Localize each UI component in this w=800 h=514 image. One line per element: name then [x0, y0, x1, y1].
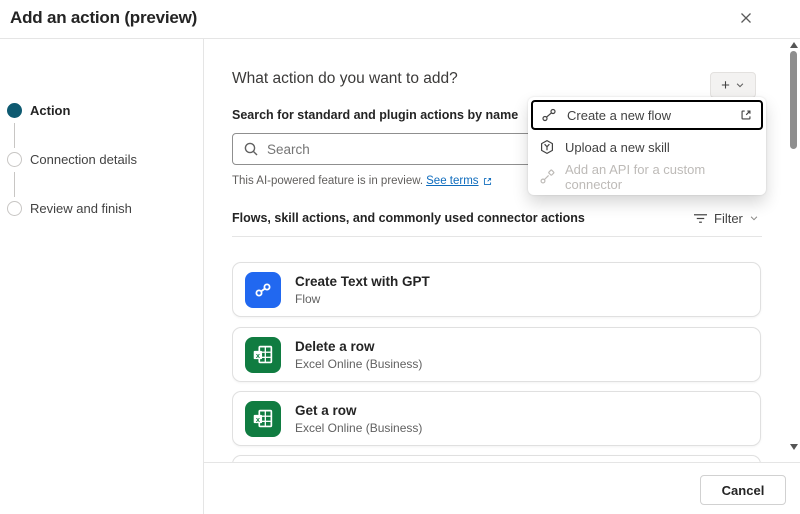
step-label-action: Action	[30, 103, 71, 118]
flow-icon	[245, 271, 281, 308]
step-label-review-and-finish: Review and finish	[30, 201, 132, 216]
scrollbar[interactable]	[789, 40, 799, 452]
close-button[interactable]	[731, 3, 761, 33]
menu-item-create-a-new-flow[interactable]: Create a new flow	[531, 100, 763, 130]
step-dot-connection-details	[7, 152, 22, 167]
custom-connector-icon	[539, 169, 555, 185]
menu-item-label: Upload a new skill	[565, 139, 670, 155]
chevron-down-icon	[749, 213, 759, 223]
chevron-down-icon	[735, 80, 745, 90]
action-card-partial[interactable]	[232, 455, 761, 462]
step-label-connection-details: Connection details	[30, 152, 137, 167]
scroll-up-icon[interactable]	[790, 42, 798, 48]
open-in-new-icon	[739, 108, 753, 122]
step-dot-review-and-finish	[7, 201, 22, 216]
action-card-get-a-row[interactable]: x Get a row Excel Online (Business)	[232, 391, 761, 446]
see-terms-link[interactable]: See terms	[426, 175, 478, 187]
scroll-down-icon[interactable]	[790, 444, 798, 450]
ai-preview-note: This AI-powered feature is in preview. S…	[232, 175, 493, 187]
list-divider	[232, 236, 762, 237]
skill-cube-icon	[539, 139, 555, 155]
page-title: What action do you want to add?	[232, 70, 458, 87]
actions-scroll-area: Create Text with GPT Flow x Delete a row…	[232, 240, 763, 462]
step-dot-action	[7, 103, 22, 118]
action-card-create-text-with-gpt[interactable]: Create Text with GPT Flow	[232, 262, 761, 317]
menu-item-label: Create a new flow	[567, 107, 672, 123]
step-connector	[14, 123, 15, 148]
panel-divider	[203, 39, 204, 514]
cancel-button[interactable]: Cancel	[700, 475, 786, 505]
action-card-subtitle: Flow	[295, 291, 321, 306]
scrollbar-thumb[interactable]	[790, 51, 797, 149]
search-icon	[243, 141, 259, 157]
action-card-title: Get a row	[295, 402, 357, 418]
excel-icon: x	[245, 400, 281, 437]
filter-label: Filter	[714, 210, 743, 226]
add-action-menu: Create a new flow Upload a new skill Add…	[528, 97, 766, 195]
filter-button[interactable]: Filter	[693, 208, 759, 228]
add-action-dialog: Add an action (preview) Action Connectio…	[0, 0, 800, 514]
step-connector	[14, 172, 15, 197]
filter-icon	[693, 212, 708, 225]
action-card-title: Delete a row	[295, 338, 375, 354]
close-icon	[737, 9, 755, 27]
dialog-title: Add an action (preview)	[10, 8, 198, 27]
ai-preview-note-text: This AI-powered feature is in preview.	[232, 175, 424, 187]
flow-connector-icon	[541, 107, 557, 123]
add-action-split-button[interactable]: +	[710, 72, 756, 98]
menu-item-add-api-custom-connector[interactable]: Add an API for a custom connector	[531, 162, 763, 192]
header-divider	[0, 38, 800, 39]
menu-item-upload-a-new-skill[interactable]: Upload a new skill	[531, 132, 763, 162]
action-card-subtitle: Excel Online (Business)	[295, 356, 423, 371]
excel-icon: x	[245, 336, 281, 373]
actions-list-header: Flows, skill actions, and commonly used …	[232, 211, 585, 225]
action-card-delete-a-row[interactable]: x Delete a row Excel Online (Business)	[232, 327, 761, 382]
footer-divider	[203, 462, 800, 463]
action-card-subtitle: Excel Online (Business)	[295, 420, 423, 435]
plus-icon: +	[721, 76, 730, 94]
action-card-title: Create Text with GPT	[295, 273, 430, 289]
menu-item-label: Add an API for a custom connector	[565, 162, 706, 192]
open-in-new-icon	[482, 176, 493, 187]
search-section-label: Search for standard and plugin actions b…	[232, 108, 519, 122]
